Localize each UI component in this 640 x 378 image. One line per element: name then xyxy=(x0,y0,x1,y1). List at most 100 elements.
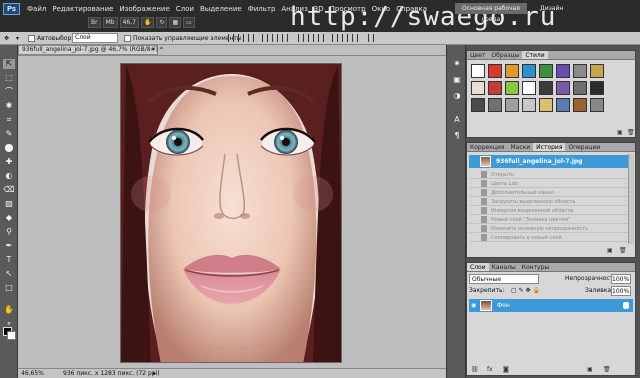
history-step[interactable]: Скопировать в новый слой xyxy=(469,234,631,242)
arrange-documents-icon[interactable]: ▦ xyxy=(169,17,182,28)
style-swatch[interactable] xyxy=(573,64,587,78)
tab-color[interactable]: Цвет xyxy=(467,51,488,59)
distribute-left-icon[interactable] xyxy=(332,34,338,42)
blur-tool-icon[interactable]: ◆ xyxy=(3,213,15,223)
menu-edit[interactable]: Редактирование xyxy=(49,2,116,16)
pen-tool-icon[interactable]: ✒ xyxy=(3,241,15,251)
quick-select-tool-icon[interactable]: ✱ xyxy=(3,101,15,111)
style-swatch[interactable] xyxy=(505,64,519,78)
add-mask-icon[interactable]: ◙ xyxy=(503,366,509,373)
style-swatch[interactable] xyxy=(573,98,587,112)
style-swatch[interactable] xyxy=(488,64,502,78)
align-top-icon[interactable] xyxy=(228,34,234,42)
tab-masks[interactable]: Маски xyxy=(507,143,533,151)
new-layer-icon[interactable]: ▣ xyxy=(587,366,593,373)
link-layers-icon[interactable]: ⛓ xyxy=(471,366,479,373)
style-swatch[interactable] xyxy=(522,98,536,112)
dodge-tool-icon[interactable]: ⚲ xyxy=(3,227,15,237)
tab-styles[interactable]: Стили xyxy=(522,51,548,59)
style-swatch[interactable] xyxy=(556,64,570,78)
type-tool-icon[interactable]: T xyxy=(3,255,15,265)
align-right-icon[interactable] xyxy=(282,34,288,42)
style-swatch[interactable] xyxy=(590,81,604,95)
history-step[interactable]: Цвета Lab xyxy=(469,180,631,188)
brush-tool-icon[interactable]: ✚ xyxy=(3,157,15,167)
style-swatch[interactable] xyxy=(471,81,485,95)
tab-channels[interactable]: Каналы xyxy=(489,263,519,271)
image-canvas[interactable] xyxy=(120,63,342,363)
style-swatch[interactable] xyxy=(590,64,604,78)
style-swatch[interactable] xyxy=(522,81,536,95)
style-swatch[interactable] xyxy=(505,98,519,112)
style-swatch[interactable] xyxy=(556,98,570,112)
hand-tool-icon[interactable]: ✋ xyxy=(3,305,15,315)
show-controls-checkbox[interactable] xyxy=(124,35,131,42)
style-swatch[interactable] xyxy=(488,98,502,112)
distribute-top-icon[interactable] xyxy=(298,34,304,42)
style-swatch[interactable] xyxy=(505,81,519,95)
shape-tool-icon[interactable]: □ xyxy=(3,283,15,293)
history-snapshot[interactable]: 936full_angelina_jol-7.jpg xyxy=(469,155,633,168)
info-icon[interactable]: ◑ xyxy=(451,91,463,101)
align-left-icon[interactable] xyxy=(262,34,268,42)
paragraph-icon[interactable]: ¶ xyxy=(451,131,463,141)
move-tool-icon[interactable]: ✥ xyxy=(4,33,9,44)
history-step[interactable]: Инверсия выделенной области xyxy=(469,207,631,215)
history-step[interactable]: Дополнительный канал xyxy=(469,189,631,197)
menu-select[interactable]: Выделение xyxy=(197,2,245,16)
tab-actions[interactable]: Операции xyxy=(565,143,603,151)
style-swatch[interactable] xyxy=(471,98,485,112)
new-style-icon[interactable]: ▣ xyxy=(617,129,623,136)
healing-brush-tool-icon[interactable]: ⬤ xyxy=(3,143,15,153)
marquee-tool-icon[interactable]: ⬚ xyxy=(3,73,15,83)
style-swatch[interactable] xyxy=(539,98,553,112)
tool-preset-arrow-icon[interactable]: ▾ xyxy=(16,33,19,44)
eyedropper-tool-icon[interactable]: ✎ xyxy=(3,129,15,139)
style-swatch[interactable] xyxy=(488,81,502,95)
history-step[interactable]: Изменить основную непрозрачность xyxy=(469,225,631,233)
workspace-button[interactable]: Основная рабочая среда xyxy=(455,3,527,23)
history-step[interactable]: Новый слой "Заливка цветом" xyxy=(469,216,631,224)
trash-icon[interactable]: 🗑 xyxy=(603,366,611,373)
distribute-hcenter-icon[interactable] xyxy=(342,34,348,42)
fill-field[interactable]: 100% xyxy=(611,286,631,296)
blend-mode-dropdown[interactable]: Обычные xyxy=(469,274,539,284)
navigator-icon[interactable]: ✷ xyxy=(451,59,463,69)
align-bottom-icon[interactable] xyxy=(248,34,254,42)
menu-image[interactable]: Изображение xyxy=(116,2,172,16)
histogram-icon[interactable]: ▣ xyxy=(451,75,463,85)
design-workspace-button[interactable]: Дизайн xyxy=(540,3,563,14)
style-swatch[interactable] xyxy=(539,81,553,95)
align-vcenter-icon[interactable] xyxy=(238,34,244,42)
new-snapshot-icon[interactable]: ▣ xyxy=(607,247,613,254)
background-color-swatch[interactable] xyxy=(7,331,16,340)
minibridge-icon[interactable]: Mb xyxy=(102,17,118,28)
opacity-field[interactable]: 100% xyxy=(611,274,631,284)
tab-paths[interactable]: Контуры xyxy=(519,263,552,271)
history-scrollbar[interactable] xyxy=(628,154,634,244)
character-icon[interactable]: A xyxy=(451,115,463,125)
style-swatch[interactable] xyxy=(539,64,553,78)
path-select-tool-icon[interactable]: ↖ xyxy=(3,269,15,279)
rotate-view-icon[interactable]: ↻ xyxy=(156,17,168,28)
tab-layers[interactable]: Слои xyxy=(467,263,489,271)
clone-stamp-tool-icon[interactable]: ◐ xyxy=(3,171,15,181)
history-step[interactable]: Открыть xyxy=(469,171,631,179)
gradient-tool-icon[interactable]: ▨ xyxy=(3,199,15,209)
layer-row-background[interactable]: ◉ Фон xyxy=(469,299,633,312)
screen-mode-icon[interactable]: ▭ xyxy=(183,17,195,28)
move-tool-icon[interactable]: ⇱ xyxy=(3,59,15,69)
eraser-tool-icon[interactable]: ⌫ xyxy=(3,185,15,195)
crop-tool-icon[interactable]: ⌗ xyxy=(3,115,15,125)
zoom-field[interactable]: 46,65% xyxy=(21,369,44,378)
document-tab[interactable]: 936full_angelina_jol-7.jpg @ 46,7% (RGB/… xyxy=(18,45,163,55)
menu-layers[interactable]: Слои xyxy=(173,2,197,16)
lasso-tool-icon[interactable]: ⌒ xyxy=(3,87,15,97)
autoselect-dropdown[interactable]: Слой xyxy=(72,33,118,43)
align-hcenter-icon[interactable] xyxy=(272,34,278,42)
hand-icon[interactable]: ✋ xyxy=(140,17,155,28)
tab-adjustments[interactable]: Коррекция xyxy=(467,143,507,151)
menu-filter[interactable]: Фильтр xyxy=(245,2,279,16)
tab-swatches[interactable]: Образцы xyxy=(488,51,522,59)
autoselect-checkbox[interactable] xyxy=(28,35,35,42)
